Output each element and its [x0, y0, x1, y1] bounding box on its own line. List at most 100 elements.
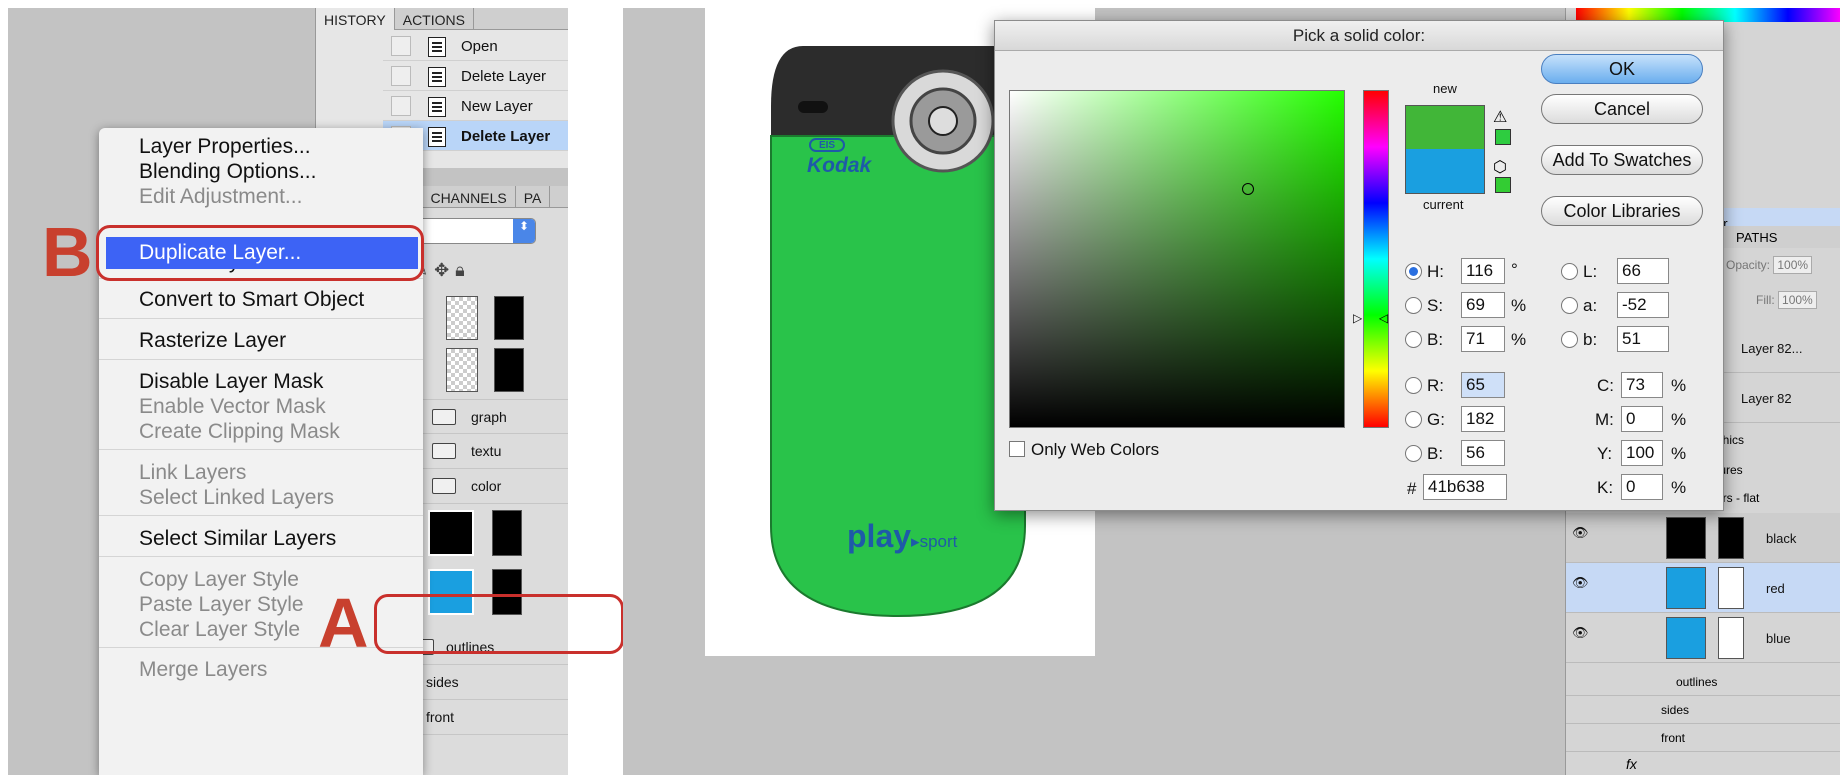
- history-item[interactable]: Open: [383, 31, 568, 61]
- color-field-cursor[interactable]: [1242, 183, 1254, 195]
- lab-b-field[interactable]: 51: [1617, 326, 1669, 352]
- menu-item-merge-layers: Merge Layers: [139, 658, 268, 681]
- camera-brand: Kodak: [807, 154, 872, 177]
- menu-item-edit-adjustment: Edit Adjustment...: [139, 185, 303, 208]
- current-color-swatch[interactable]: [1405, 149, 1485, 194]
- layer-thumbnail[interactable]: [428, 510, 474, 556]
- mask-thumbnail: [1718, 617, 1744, 659]
- dialog-title: Pick a solid color:: [995, 21, 1723, 51]
- document-icon: [428, 127, 446, 147]
- annotation-label-a: A: [318, 584, 369, 662]
- menu-item-enable-vector-mask: Enable Vector Mask: [139, 395, 326, 418]
- folder-row[interactable]: outlines: [1566, 668, 1840, 696]
- eye-icon[interactable]: 👁: [1572, 575, 1598, 601]
- add-to-swatches-button[interactable]: Add To Swatches: [1541, 145, 1703, 175]
- menu-item-layer-properties[interactable]: Layer Properties...: [99, 134, 423, 160]
- menu-item-disable-layer-mask[interactable]: Disable Layer Mask: [99, 369, 423, 395]
- black-field[interactable]: 0: [1621, 474, 1663, 500]
- folder-row[interactable]: front: [1566, 724, 1840, 752]
- magenta-field[interactable]: 0: [1621, 406, 1663, 432]
- menu-item-blending-options[interactable]: Blending Options...: [99, 159, 423, 185]
- menu-item-select-similar-layers[interactable]: Select Similar Layers: [99, 526, 423, 552]
- mask-thumbnail[interactable]: [492, 510, 522, 556]
- radio-lab-b[interactable]: [1561, 331, 1578, 348]
- radio-blue[interactable]: [1405, 445, 1422, 462]
- green-field[interactable]: 182: [1461, 406, 1505, 432]
- folder-icon: [432, 478, 456, 494]
- cancel-button[interactable]: Cancel: [1541, 94, 1703, 124]
- tab-channels[interactable]: CHANNELS: [422, 186, 516, 208]
- color-field[interactable]: [1009, 90, 1345, 428]
- menu-item-convert-smart-object[interactable]: Convert to Smart Object: [99, 287, 423, 313]
- history-tabbar: HISTORY ACTIONS: [316, 8, 568, 30]
- fill-control[interactable]: Fill: 100%: [1756, 291, 1817, 309]
- layer-thumbnail[interactable]: [446, 348, 478, 392]
- ok-button[interactable]: OK: [1541, 54, 1703, 84]
- web-safe-swatch[interactable]: [1495, 177, 1511, 193]
- saturation-field[interactable]: 69: [1461, 292, 1505, 318]
- hue-field[interactable]: 116: [1461, 258, 1505, 284]
- layer-thumbnail: [1666, 617, 1706, 659]
- history-item[interactable]: New Layer: [383, 91, 568, 121]
- red-field[interactable]: 65: [1461, 372, 1505, 398]
- menu-item-rasterize-layer[interactable]: Rasterize Layer: [99, 328, 423, 354]
- tab-history[interactable]: HISTORY: [316, 8, 395, 30]
- folder-icon: [432, 443, 456, 459]
- mask-thumbnail: [1718, 517, 1744, 559]
- document-icon: [428, 97, 446, 117]
- eye-icon[interactable]: 👁: [1572, 625, 1598, 651]
- lab-l-field[interactable]: 66: [1617, 258, 1669, 284]
- annotation-label-b: B: [42, 213, 93, 291]
- hue-slider-handle[interactable]: ▷ ◁: [1353, 311, 1388, 325]
- tab-paths[interactable]: PA: [516, 186, 551, 208]
- cyan-field[interactable]: 73: [1621, 372, 1663, 398]
- document-icon: [428, 67, 446, 87]
- yellow-field[interactable]: 100: [1621, 440, 1663, 466]
- only-web-colors-checkbox[interactable]: [1009, 441, 1025, 457]
- brightness-field[interactable]: 71: [1461, 326, 1505, 352]
- chevron-updown-icon: ⬍: [513, 219, 535, 243]
- gamut-swatch[interactable]: [1495, 129, 1511, 145]
- new-color-swatch: [1405, 105, 1485, 149]
- menu-item-select-linked-layers: Select Linked Layers: [139, 486, 334, 509]
- radio-lab-a[interactable]: [1561, 297, 1578, 314]
- radio-green[interactable]: [1405, 411, 1422, 428]
- camera-model: play▸sport: [847, 518, 958, 554]
- lab-a-field[interactable]: -52: [1617, 292, 1669, 318]
- annotation-box-b: [96, 225, 424, 281]
- layer-row-blue[interactable]: 👁 blue: [1566, 613, 1840, 663]
- opacity-control[interactable]: Opacity: 100%: [1726, 256, 1813, 274]
- eye-icon[interactable]: 👁: [1572, 525, 1598, 551]
- folder-icon: [432, 409, 456, 425]
- radio-hue[interactable]: [1405, 263, 1422, 280]
- hex-field[interactable]: 41b638: [1423, 474, 1507, 500]
- color-libraries-button[interactable]: Color Libraries: [1541, 196, 1703, 226]
- web-safe-cube-icon[interactable]: ⬡: [1493, 157, 1507, 177]
- mask-thumbnail[interactable]: [494, 296, 524, 340]
- radio-lab-l[interactable]: [1561, 263, 1578, 280]
- tab-paths[interactable]: PATHS: [1706, 226, 1840, 248]
- tab-actions[interactable]: ACTIONS: [395, 8, 474, 30]
- layer-row-red[interactable]: 👁 red: [1566, 563, 1840, 613]
- menu-item-copy-layer-style: Copy Layer Style: [139, 568, 299, 591]
- fx-icon[interactable]: fx: [1626, 756, 1637, 772]
- document-icon: [428, 37, 446, 57]
- hue-slider[interactable]: [1363, 90, 1389, 428]
- mask-thumbnail[interactable]: [494, 348, 524, 392]
- blue-field[interactable]: 56: [1461, 440, 1505, 466]
- annotation-box-a: [374, 594, 624, 654]
- history-item[interactable]: Delete Layer: [383, 61, 568, 91]
- gamut-warning-icon[interactable]: ⚠: [1493, 107, 1507, 127]
- menu-item-create-clipping-mask: Create Clipping Mask: [139, 420, 340, 443]
- only-web-colors-label: Only Web Colors: [1031, 440, 1160, 459]
- radio-brightness[interactable]: [1405, 331, 1422, 348]
- folder-row[interactable]: sides: [1566, 696, 1840, 724]
- color-picker-dialog: Pick a solid color: ▷ ◁ new current ⚠ ⬡ …: [994, 20, 1724, 511]
- layer-thumbnail: [1666, 567, 1706, 609]
- layer-row-black[interactable]: 👁 black: [1566, 513, 1840, 563]
- layer-thumbnail[interactable]: [446, 296, 478, 340]
- radio-saturation[interactable]: [1405, 297, 1422, 314]
- current-label: current: [1423, 197, 1464, 212]
- radio-red[interactable]: [1405, 377, 1422, 394]
- eis-badge: EIS: [809, 138, 845, 152]
